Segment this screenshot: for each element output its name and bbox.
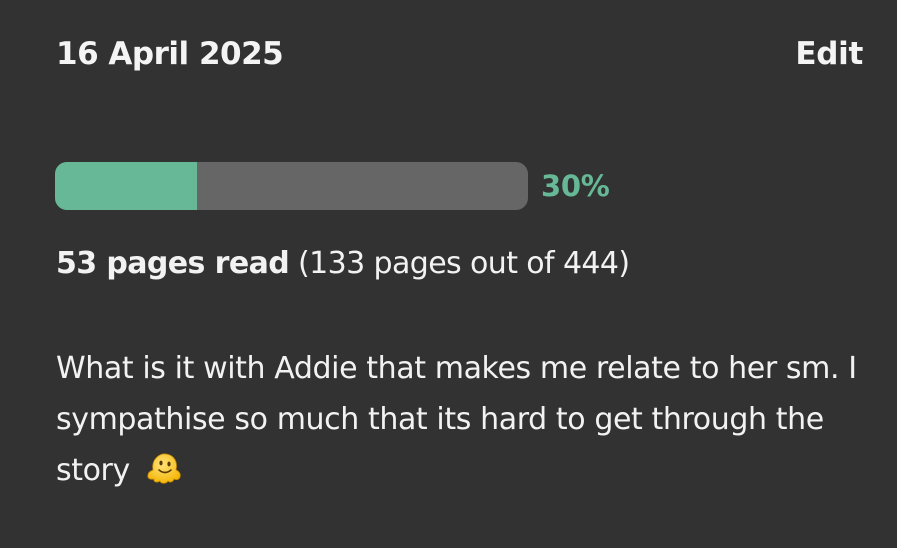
edit-button[interactable]: Edit: [795, 36, 863, 72]
progress-bar: [55, 162, 528, 210]
entry-date: 16 April 2025: [56, 36, 284, 72]
progress-row: 30%: [55, 162, 610, 210]
entry-header: 16 April 2025 Edit: [56, 32, 863, 76]
melting-face-emoji-icon: [145, 450, 183, 502]
pages-summary: 53 pages read (133 pages out of 444): [56, 246, 630, 281]
progress-percent: 30%: [541, 169, 610, 203]
progress-bar-fill: [55, 162, 197, 210]
pages-read-count: 53 pages read: [56, 246, 290, 281]
entry-note: What is it with Addie that makes me rela…: [56, 343, 871, 502]
reading-entry-card: 16 April 2025 Edit 30% 53 pages read (13…: [0, 0, 897, 548]
pages-detail: (133 pages out of 444): [298, 246, 630, 281]
